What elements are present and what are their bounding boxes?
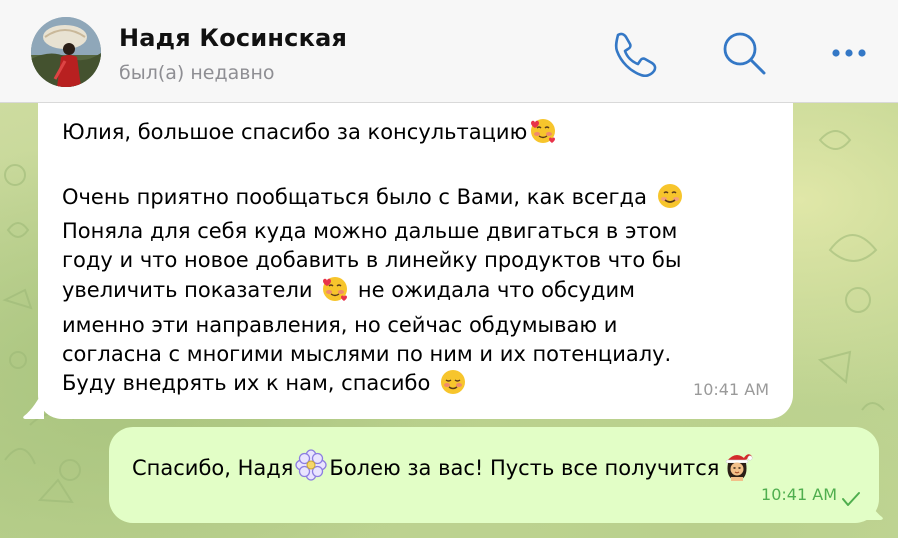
smiling-face-with-hearts-icon bbox=[529, 117, 557, 153]
contact-status: был(а) недавно bbox=[119, 62, 275, 84]
incoming-message[interactable]: Юлия, большое спасибо за консультацию Оч… bbox=[38, 103, 793, 419]
message-time: 10:41 AM bbox=[693, 380, 769, 400]
outgoing-message[interactable]: Спасибо, Надя Болею за вас! Пусть все пол… bbox=[109, 427, 879, 523]
sent-check-icon bbox=[842, 492, 860, 506]
message-line: именно эти направления, но сейчас обдумы… bbox=[62, 312, 618, 337]
message-line: Юлия, большое спасибо за консультацию bbox=[62, 117, 773, 153]
message-time: 10:41 AM bbox=[761, 485, 837, 505]
contact-avatar[interactable] bbox=[31, 17, 101, 87]
message-line: увеличить показатели не ожидала что обсу… bbox=[62, 275, 773, 311]
message-text: Болею за вас! Пусть все получится bbox=[329, 456, 720, 480]
avatar-photo bbox=[31, 17, 101, 87]
chat-screen: Надя Косинская был(а) недавно Юлия, боль… bbox=[0, 0, 898, 538]
message-line: Буду внедрять их к нам, спасибо bbox=[62, 368, 773, 404]
call-button[interactable] bbox=[609, 29, 657, 77]
message-line: согласна с многими мыслями по ним и их п… bbox=[62, 341, 672, 366]
message-line: Очень приятно пообщаться было с Вами, ка… bbox=[62, 182, 773, 218]
blushing-face-icon bbox=[439, 368, 467, 404]
more-icon bbox=[832, 49, 866, 57]
contact-name[interactable]: Надя Косинская bbox=[119, 24, 347, 52]
santa-woman-icon bbox=[721, 449, 753, 489]
smiling-face-with-hearts-icon bbox=[321, 275, 349, 311]
phone-icon bbox=[614, 32, 657, 77]
message-line: году и что новое добавить в линейку прод… bbox=[62, 248, 682, 273]
message-text: Спасибо, Надя bbox=[132, 456, 294, 480]
message-line bbox=[62, 153, 773, 182]
flower-icon bbox=[295, 449, 328, 489]
smiling-face-icon bbox=[656, 182, 684, 218]
search-button[interactable] bbox=[720, 29, 768, 77]
more-button[interactable] bbox=[828, 29, 876, 77]
message-line: Поняла для себя куда можно дальше двигат… bbox=[62, 219, 678, 244]
chat-header: Надя Косинская был(а) недавно bbox=[0, 0, 898, 103]
search-icon bbox=[723, 32, 766, 75]
